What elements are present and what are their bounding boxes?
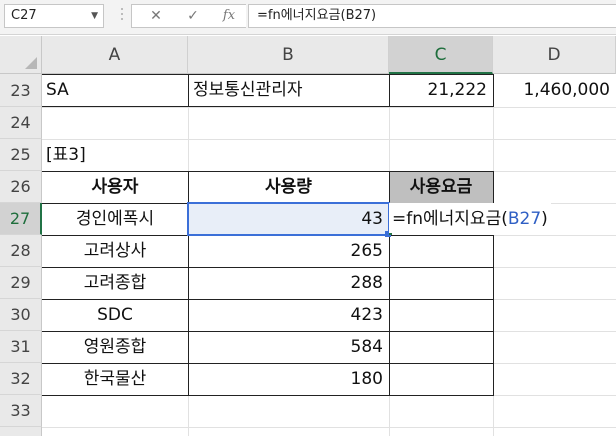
cell-a30[interactable]: SDC [42, 299, 188, 331]
cell-b30[interactable]: 423 [188, 299, 389, 331]
gridline [42, 427, 616, 428]
reference-border [187, 202, 390, 236]
cell-editor[interactable]: =fn에너지요금(B27) [392, 203, 551, 235]
editor-suffix: ) [541, 209, 548, 229]
row-header-27[interactable]: 27 [0, 203, 42, 235]
cell-a23[interactable]: SA [42, 74, 188, 107]
cell-b26[interactable]: 사용량 [188, 171, 389, 203]
gridline [42, 107, 616, 108]
row-header-30[interactable]: 30 [0, 299, 42, 331]
row-header-25[interactable]: 25 [0, 139, 42, 171]
editor-prefix: =fn에너지요금( [392, 209, 508, 229]
cell-b31[interactable]: 584 [188, 331, 389, 363]
row-header-26[interactable]: 26 [0, 171, 42, 203]
formula-input[interactable]: =fn에너지요금(B27) [248, 4, 616, 28]
row-header-33[interactable]: 33 [0, 395, 42, 427]
cancel-icon[interactable]: ✕ [146, 5, 166, 27]
row-header-32[interactable]: 32 [0, 363, 42, 395]
cell-a31[interactable]: 영원종합 [42, 331, 188, 363]
cell-b32[interactable]: 180 [188, 363, 389, 395]
name-box[interactable]: C27 ▼ [4, 4, 104, 28]
formula-bar: C27 ▼ ✕ ✓ fx =fn에너지요금(B27) [0, 0, 616, 35]
cell-b23[interactable]: 정보통신관리자 [189, 74, 389, 107]
row-header-24[interactable]: 24 [0, 107, 42, 139]
row-header-23[interactable]: 23 [0, 74, 42, 107]
function-icon[interactable]: fx [218, 5, 240, 27]
select-all-corner[interactable] [0, 36, 42, 74]
formula-text: =fn에너지요금(B27) [257, 8, 377, 23]
cell-a32[interactable]: 한국물산 [42, 363, 188, 395]
name-box-value: C27 [11, 8, 37, 23]
cell-a27[interactable]: 경인에폭시 [42, 203, 188, 235]
enter-icon[interactable]: ✓ [183, 5, 203, 27]
chevron-down-icon[interactable]: ▼ [91, 5, 98, 27]
column-header-b[interactable]: B [188, 36, 389, 74]
cell-border [42, 395, 493, 396]
row-header-28[interactable]: 28 [0, 235, 42, 267]
row-header-29[interactable]: 29 [0, 267, 42, 299]
cell-d23[interactable]: 1,460,000 [494, 74, 616, 107]
cell-c23[interactable]: 21,222 [390, 74, 493, 107]
column-header-d[interactable]: D [493, 36, 616, 74]
cell-a25[interactable]: [표3] [42, 139, 188, 171]
row-header-34 [0, 427, 42, 436]
select-all-icon [25, 57, 37, 69]
cell-b28[interactable]: 265 [188, 235, 389, 267]
column-header-c[interactable]: C [389, 36, 493, 74]
column-header-a[interactable]: A [42, 36, 188, 74]
cell-c26[interactable]: 사용요금 [389, 171, 493, 203]
cell-a28[interactable]: 고려상사 [42, 235, 188, 267]
cell-a26[interactable]: 사용자 [42, 171, 188, 203]
editor-ref: B27 [507, 209, 542, 229]
drag-handle-icon[interactable] [121, 8, 124, 24]
row-header-31[interactable]: 31 [0, 331, 42, 363]
cell-a29[interactable]: 고려종합 [42, 267, 188, 299]
cell-b29[interactable]: 288 [188, 267, 389, 299]
